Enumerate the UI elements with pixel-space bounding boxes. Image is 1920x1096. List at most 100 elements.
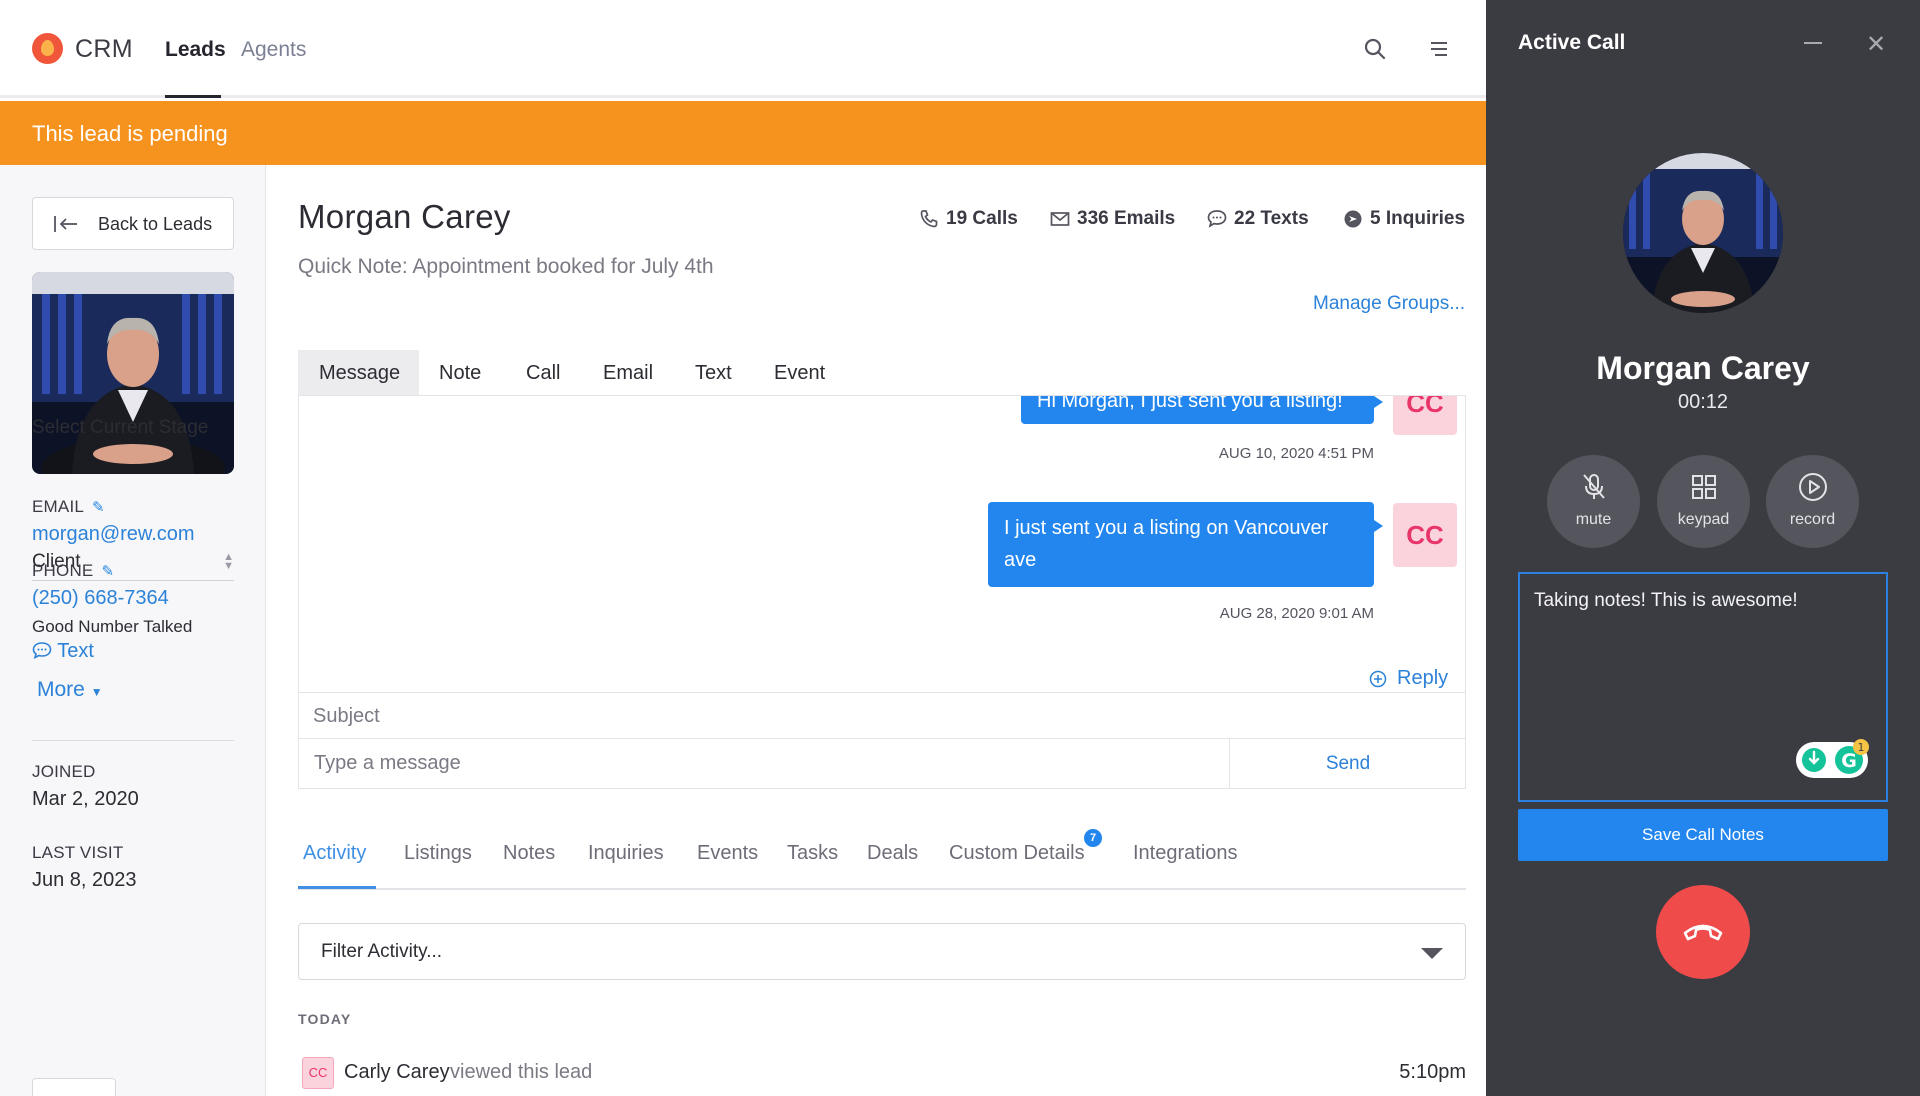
minimize-icon[interactable] — [1804, 42, 1822, 44]
lead-name: Morgan Carey — [298, 198, 511, 235]
keypad-button[interactable]: keypad — [1657, 455, 1750, 548]
calls-stat[interactable]: 19 Calls — [920, 208, 1018, 230]
brand-name: CRM — [75, 35, 133, 63]
tab-inquiries[interactable]: Inquiries — [588, 842, 664, 865]
subject-placeholder: Subject — [313, 705, 380, 727]
back-to-leads-button[interactable]: Back to Leads — [32, 197, 234, 250]
texts-count: 22 Texts — [1234, 208, 1309, 229]
phone-status: Good Number Talked — [32, 617, 193, 636]
select-arrows-icon: ▲ ▼ — [223, 551, 234, 572]
message-timestamp: AUG 10, 2020 4:51 PM — [1218, 445, 1374, 462]
caller-name: Morgan Carey — [1596, 350, 1810, 386]
inquiry-arrow-icon — [1344, 210, 1362, 228]
activity-tabs: Activity Listings Notes Inquiries Events… — [298, 829, 1466, 890]
crm-logo-icon[interactable] — [32, 33, 63, 64]
inquiries-count: 5 Inquiries — [1370, 208, 1466, 229]
nav-tab-leads[interactable]: Leads — [165, 38, 226, 62]
save-call-notes-label: Save Call Notes — [1642, 825, 1764, 844]
email-label-row: EMAIL ✎ — [32, 497, 105, 517]
email-link[interactable]: morgan@rew.com — [32, 523, 195, 546]
activity-tab-indicator — [298, 886, 376, 889]
message-bubble: Hi Morgan, I just sent you a listing! — [1021, 396, 1383, 424]
message-placeholder: Type a message — [314, 752, 461, 774]
activity-section-label: TODAY — [298, 1011, 352, 1027]
phone-link[interactable]: (250) 668-7364 — [32, 587, 169, 610]
activity-avatar: CC — [302, 1057, 334, 1089]
tab-events[interactable]: Events — [697, 842, 758, 865]
plus-circle-icon — [1369, 670, 1387, 688]
pending-lead-banner: This lead is pending — [0, 101, 1486, 165]
back-to-leads-label: Back to Leads — [98, 214, 213, 234]
emails-stat[interactable]: 336 Emails — [1050, 208, 1175, 230]
reply-label: Reply — [1397, 667, 1449, 689]
save-call-notes-button[interactable]: Save Call Notes — [1518, 809, 1888, 861]
more-label: More — [37, 678, 85, 701]
activity-row[interactable]: CC Carly Carey viewed this lead 5:10pm — [298, 1056, 1466, 1090]
search-icon[interactable] — [1362, 36, 1388, 62]
keypad-grid-icon — [1692, 475, 1716, 499]
tab-notes[interactable]: Notes — [503, 842, 555, 865]
tab-message[interactable]: Message — [298, 350, 419, 396]
text-link[interactable]: Text — [32, 640, 94, 663]
phone-icon — [920, 210, 938, 228]
tab-deals[interactable]: Deals — [867, 842, 918, 865]
edit-phone-pencil-icon[interactable]: ✎ — [101, 562, 114, 580]
texts-stat[interactable]: 22 Texts — [1207, 208, 1309, 230]
microphone-off-icon — [1583, 474, 1605, 499]
filter-activity-select[interactable]: Filter Activity... — [298, 923, 1466, 980]
nav-active-indicator — [165, 95, 221, 98]
tab-note[interactable]: Note — [439, 350, 481, 396]
send-button[interactable]: Send — [1230, 739, 1465, 788]
tab-custom-details[interactable]: Custom Details — [949, 842, 1085, 865]
phone-label-row: PHONE ✎ — [32, 561, 114, 581]
call-notes-text: Taking notes! This is awesome! — [1534, 590, 1798, 611]
tab-listings[interactable]: Listings — [404, 842, 472, 865]
caller-avatar — [1623, 153, 1783, 313]
quick-note: Quick Note: Appointment booked for July … — [298, 255, 714, 278]
calls-count: 19 Calls — [946, 208, 1018, 229]
message-bubble: I just sent you a listing on Vancouver a… — [988, 502, 1383, 587]
tab-activity[interactable]: Activity — [303, 842, 366, 865]
sidebar-partial-button[interactable] — [32, 1078, 116, 1096]
mute-button[interactable]: mute — [1547, 455, 1640, 548]
manage-groups-link[interactable]: Manage Groups... — [1313, 293, 1465, 315]
lead-sidebar: Back to Leads Select Current Stage Clien… — [0, 165, 266, 1096]
record-button[interactable]: record — [1766, 455, 1859, 548]
speech-bubble-icon — [1207, 210, 1227, 228]
message-timestamp: AUG 28, 2020 9:01 AM — [1219, 605, 1374, 622]
top-navigation-bar: CRM Leads Agents — [0, 0, 1486, 98]
inquiries-stat[interactable]: 5 Inquiries — [1344, 208, 1466, 230]
subject-input[interactable]: Subject — [299, 692, 1465, 739]
hang-up-phone-icon — [1683, 924, 1723, 941]
lead-photo — [32, 272, 234, 474]
sidebar-divider — [32, 740, 234, 741]
tab-event[interactable]: Event — [774, 350, 825, 396]
hamburger-menu-icon[interactable] — [1426, 36, 1452, 62]
tab-call[interactable]: Call — [526, 350, 560, 396]
email-label: EMAIL — [32, 497, 85, 516]
crm-app: CRM Leads Agents This lead is pending Ba… — [0, 0, 1486, 1096]
tab-integrations[interactable]: Integrations — [1133, 842, 1238, 865]
joined-label: JOINED — [32, 762, 96, 781]
nav-tab-agents[interactable]: Agents — [241, 38, 306, 62]
last-visit-label: LAST VISIT — [32, 843, 124, 862]
grammarly-widget-icon[interactable]: G 1 — [1795, 738, 1873, 780]
play-circle-icon — [1799, 473, 1827, 501]
tab-email[interactable]: Email — [603, 350, 653, 396]
phone-label: PHONE — [32, 561, 94, 580]
chat-bubble-icon — [32, 642, 52, 660]
activity-action: viewed this lead — [450, 1061, 593, 1083]
message-thread-panel: Hi Morgan, I just sent you a listing! CC… — [298, 395, 1466, 789]
message-input[interactable]: Type a message — [299, 739, 1230, 788]
close-icon[interactable]: ✕ — [1866, 30, 1886, 59]
more-dropdown[interactable]: More ▼ — [37, 678, 103, 702]
edit-email-pencil-icon[interactable]: ✎ — [92, 498, 105, 516]
last-visit-value: Jun 8, 2023 — [32, 869, 137, 891]
sender-avatar: CC — [1393, 503, 1457, 567]
sender-avatar: CC — [1393, 396, 1457, 435]
hang-up-button[interactable] — [1656, 885, 1750, 979]
text-link-label: Text — [57, 640, 94, 662]
tab-text[interactable]: Text — [695, 350, 732, 396]
reply-button[interactable]: Reply — [1369, 667, 1449, 690]
tab-tasks[interactable]: Tasks — [787, 842, 838, 865]
